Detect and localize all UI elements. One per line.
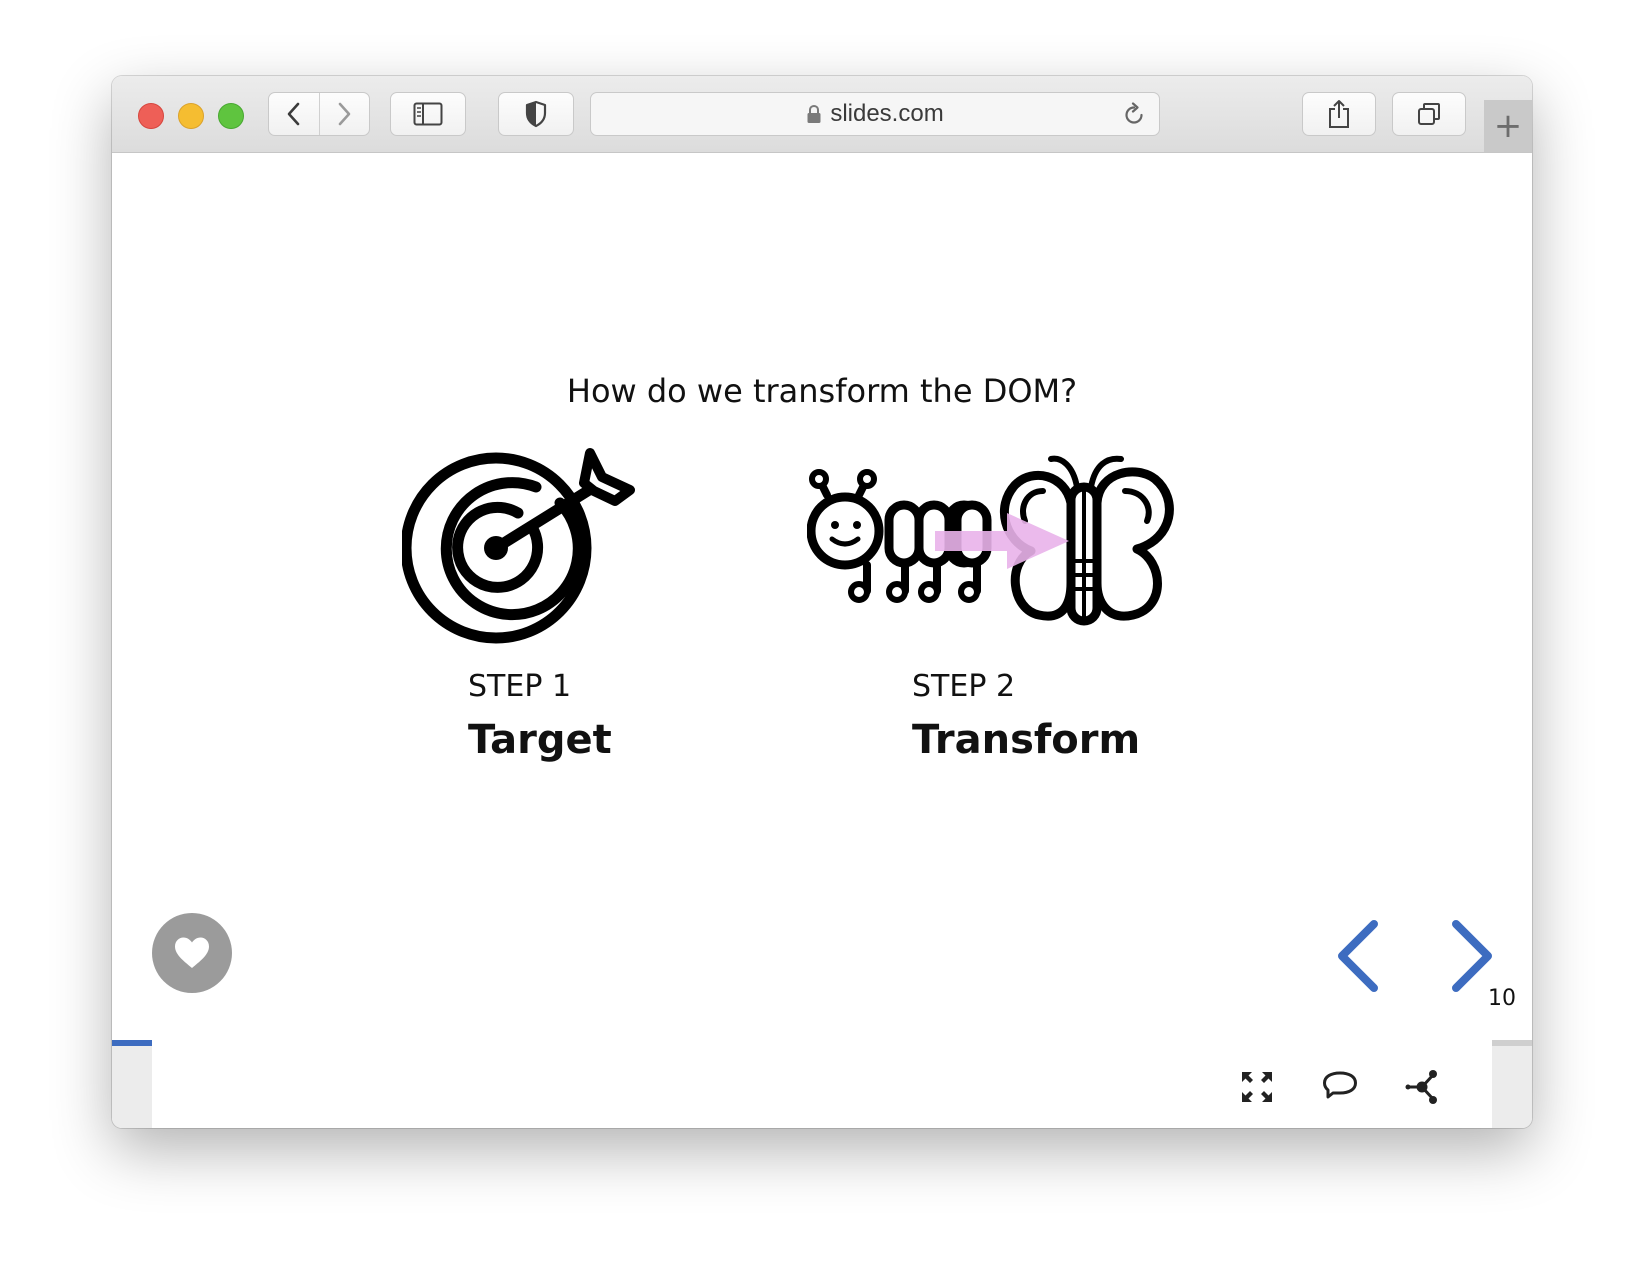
caterpillar-butterfly-icon xyxy=(807,455,1174,626)
shield-icon xyxy=(525,100,547,128)
share-icon xyxy=(1329,100,1349,128)
share-button[interactable] xyxy=(1302,92,1376,136)
presentation-footer xyxy=(112,1040,1532,1128)
heart-icon xyxy=(175,937,209,968)
close-window-button[interactable] xyxy=(138,103,164,129)
slide-number: 10 xyxy=(1488,986,1516,1011)
back-button[interactable] xyxy=(269,93,319,135)
next-slide-button[interactable] xyxy=(1442,918,1502,994)
previous-slide-button[interactable] xyxy=(1332,918,1392,994)
fullscreen-icon[interactable] xyxy=(1240,1070,1274,1104)
lock-icon xyxy=(807,104,821,123)
address-bar[interactable]: slides.com xyxy=(590,92,1160,136)
footer-panel xyxy=(152,1040,1492,1128)
minimize-window-button[interactable] xyxy=(178,103,204,129)
sidebar-toggle-button[interactable] xyxy=(390,92,466,136)
step-2-name: Transform xyxy=(912,717,1141,763)
share-graph-icon[interactable] xyxy=(1404,1068,1440,1106)
chevron-right-icon xyxy=(338,102,351,126)
history-nav-group xyxy=(268,92,370,136)
tabs-icon xyxy=(1418,103,1440,125)
zoom-window-button[interactable] xyxy=(218,103,244,129)
slide-title: How do we transform the DOM? xyxy=(566,372,1078,410)
target-icon xyxy=(402,448,635,644)
tab-overview-button[interactable] xyxy=(1392,92,1466,136)
privacy-report-button[interactable] xyxy=(498,92,574,136)
new-tab-button[interactable]: + xyxy=(1484,100,1532,152)
sidebar-icon xyxy=(413,102,443,126)
like-button[interactable] xyxy=(152,913,232,993)
chevron-left-icon xyxy=(287,102,300,126)
browser-window: slides.com + How do we transform the DOM… xyxy=(112,76,1532,1128)
step-1-name: Target xyxy=(468,717,612,763)
slide-viewport: How do we transform the DOM? STEP 1 Targ… xyxy=(112,153,1532,1046)
step-1-label: STEP 1 xyxy=(468,669,572,704)
reload-icon[interactable] xyxy=(1121,102,1147,128)
url-text: slides.com xyxy=(830,100,944,127)
forward-button[interactable] xyxy=(318,93,370,135)
comment-icon[interactable] xyxy=(1322,1070,1358,1104)
browser-toolbar: slides.com + xyxy=(112,76,1532,153)
step-2-label: STEP 2 xyxy=(912,669,1016,704)
